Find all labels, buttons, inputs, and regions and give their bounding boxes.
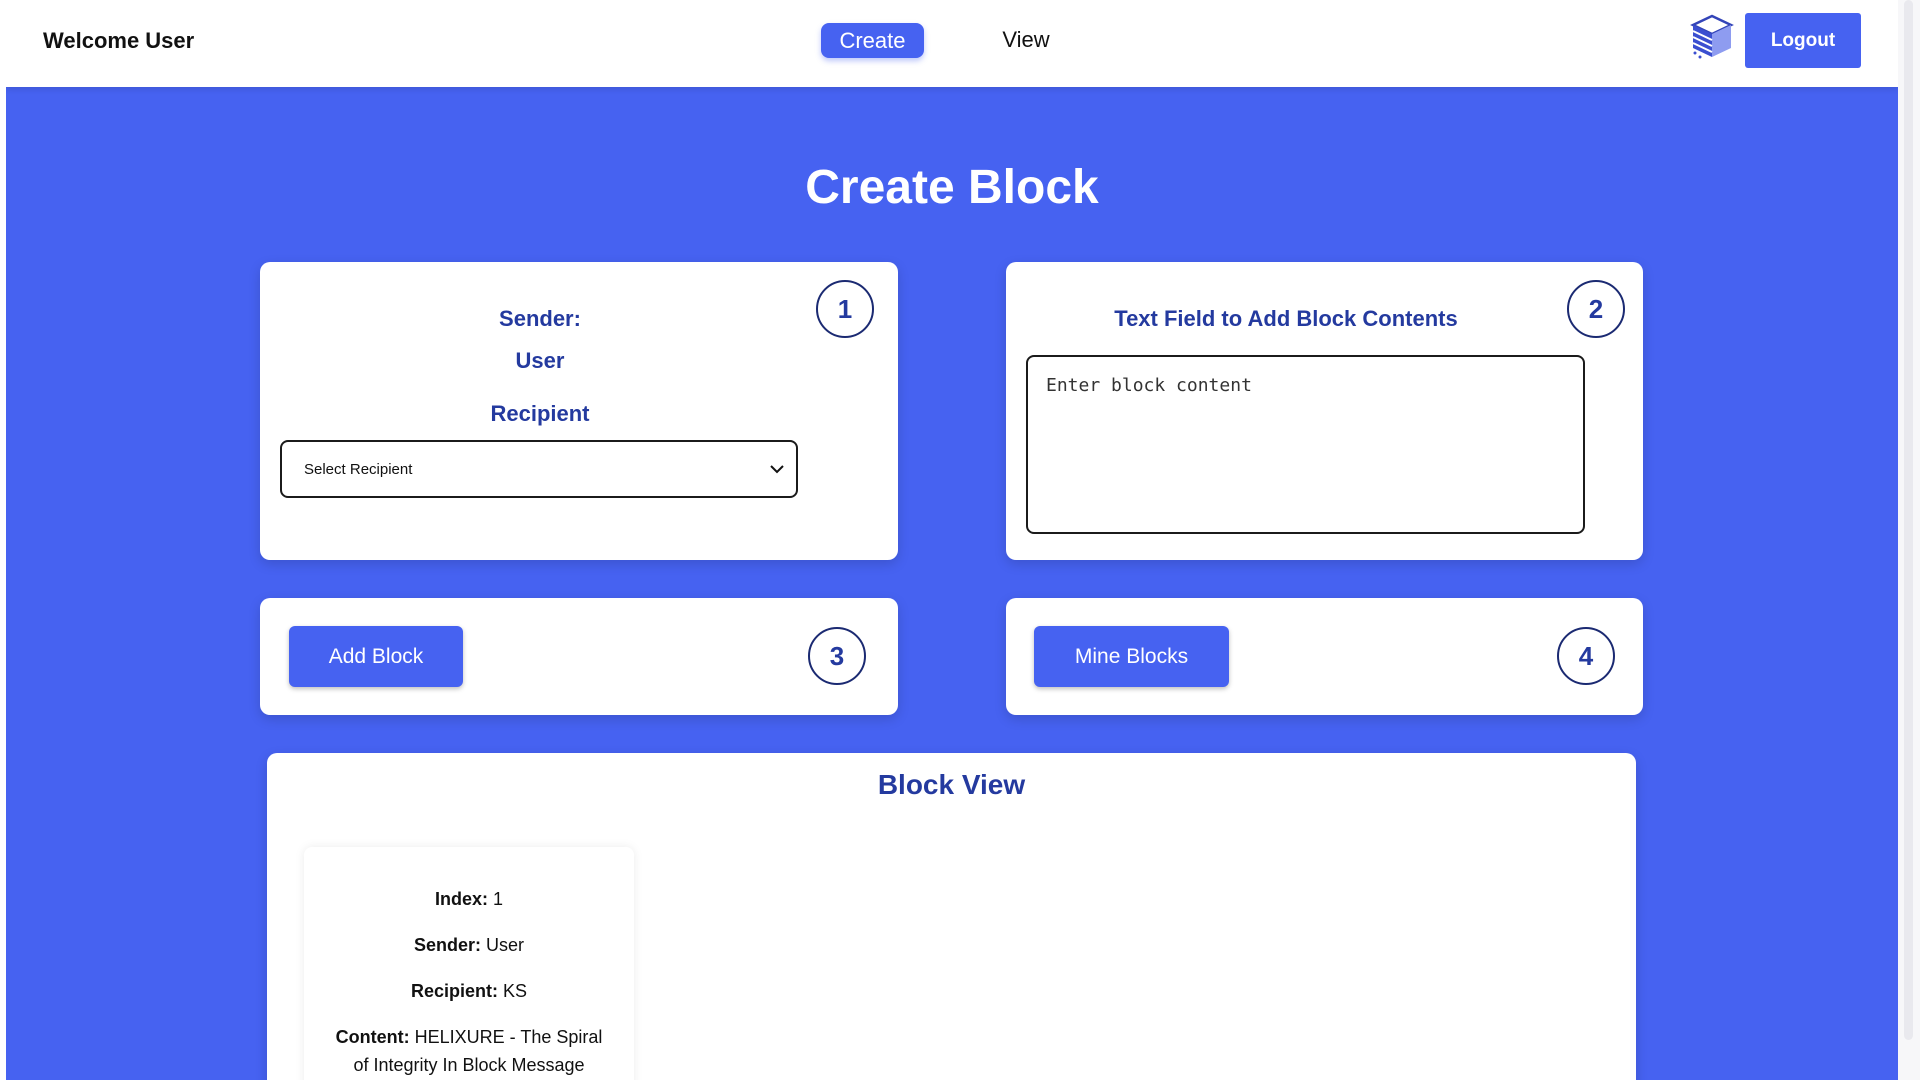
block-sender-label: Sender:	[413, 935, 481, 955]
step-number-4: 4	[1557, 627, 1615, 685]
window-scrollbar[interactable]	[1898, 0, 1920, 1080]
recipient-label: Recipient	[490, 401, 590, 426]
page-title: Create Block	[805, 161, 1099, 214]
block-content-card: Text Field to Add Block Contents 2	[1006, 262, 1643, 560]
block-index: Index: 1	[304, 885, 634, 913]
block-recipient-label: Recipient:	[410, 981, 498, 1001]
scrollbar-track[interactable]	[1904, 0, 1913, 1040]
step-number-1: 1	[816, 280, 874, 338]
block-sender-value: User	[486, 935, 525, 955]
block-index-label: Index:	[434, 889, 488, 909]
block-content-label: Content:	[335, 1027, 410, 1047]
block-content-label: Text Field to Add Block Contents	[1114, 306, 1458, 331]
logout-button[interactable]: Logout	[1745, 13, 1861, 68]
add-block-card: Add Block 3	[260, 598, 898, 715]
mine-blocks-card: Mine Blocks 4	[1006, 598, 1643, 715]
block-content-line2: of Integrity In Block Message	[353, 1055, 585, 1075]
step-number-2: 2	[1567, 280, 1625, 338]
block-recipient: Recipient: KS	[304, 977, 634, 1005]
step-number-3: 3	[808, 627, 866, 685]
sender-label: Sender:	[499, 306, 581, 331]
nav-create-button[interactable]: Create	[821, 23, 924, 58]
app-background: Welcome User Create View Logout Create B…	[6, 0, 1898, 1080]
block-content-textarea[interactable]	[1026, 355, 1585, 534]
block-index-value: 1	[493, 889, 504, 909]
blockchain-cube-icon	[1689, 13, 1735, 61]
sender-recipient-card: Sender: User Recipient Select Recipient …	[260, 262, 898, 560]
block-recipient-value: KS	[503, 981, 528, 1001]
block-view-title: Block View	[877, 769, 1026, 800]
top-navbar: Welcome User Create View Logout	[6, 0, 1898, 87]
welcome-text: Welcome User	[43, 28, 195, 53]
block-card: Index: 1 Sender: User Recipient: KS Cont…	[304, 847, 634, 1080]
sender-value: User	[515, 348, 565, 373]
chevron-down-icon	[768, 460, 786, 478]
nav-view-link[interactable]: View	[981, 27, 1071, 57]
block-content-value: HELIXURE - The Spiral	[414, 1027, 603, 1047]
recipient-select[interactable]: Select Recipient	[280, 440, 798, 498]
add-block-button[interactable]: Add Block	[289, 626, 463, 687]
block-sender: Sender: User	[304, 931, 634, 959]
mine-blocks-button[interactable]: Mine Blocks	[1034, 626, 1229, 687]
block-content: Content: HELIXURE - The Spiral	[304, 1023, 634, 1051]
block-view-panel: Block View Index: 1 Sender: User Recipie…	[267, 753, 1636, 1080]
recipient-select-value: Select Recipient	[304, 461, 413, 478]
